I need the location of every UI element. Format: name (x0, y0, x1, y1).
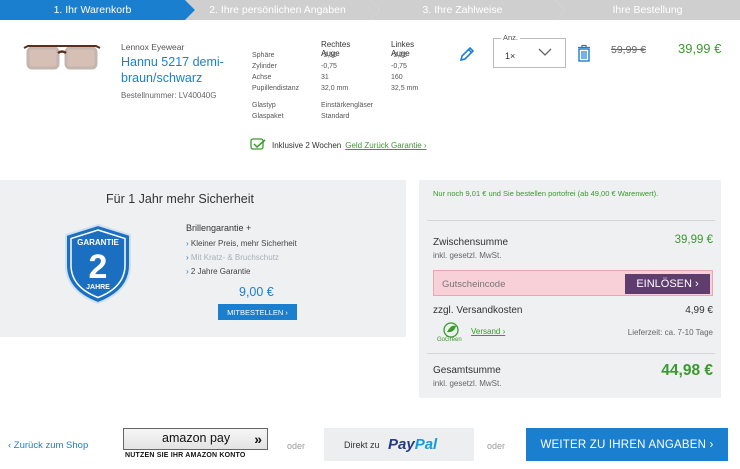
redeem-coupon-button[interactable]: EINLÖSEN › (625, 274, 710, 294)
divider (427, 353, 715, 354)
spec-label: Achse (252, 74, 272, 81)
add-warranty-button[interactable]: MITBESTELLEN › (218, 304, 297, 320)
step-personal-data[interactable]: 2. Ihre persönlichen Angaben (185, 0, 380, 20)
continue-button[interactable]: WEITER ZU IHREN ANGABEN › (526, 428, 728, 461)
chevron-down-icon[interactable] (538, 47, 552, 57)
coupon-form: EINLÖSEN › (433, 270, 713, 296)
old-price: 59,99 € (611, 44, 647, 56)
warranty-price: 9,00 € (239, 285, 274, 299)
paypal-button[interactable]: Direkt zu PayPal (324, 428, 474, 461)
warranty-feature: 2 Jahre Garantie (186, 265, 297, 279)
spec-value: Einstärkengläser (321, 102, 374, 109)
amazon-pay-arrows: » (254, 431, 262, 447)
step-label: 1. Ihr Warenkorb (53, 4, 132, 16)
warranty-features: Kleiner Preis, mehr Sicherheit Mit Kratz… (186, 237, 297, 279)
paypal-prefix: Direkt zu (344, 440, 380, 450)
back-to-shop-link[interactable]: ‹ Zurück zum Shop (8, 440, 88, 451)
spec-left: 160 (391, 74, 403, 81)
quantity-select[interactable] (493, 38, 566, 68)
warranty-name: Brillengarantie + (186, 223, 252, 233)
money-back-icon (250, 138, 266, 150)
amazon-pay-button[interactable]: amazon pay » (123, 428, 268, 450)
shipping-label: zzgl. Versandkosten (433, 305, 523, 316)
spec-right: -3,50 (321, 52, 337, 59)
step-order: Ihre Bestellung (555, 0, 740, 20)
shield-top-text: GARANTIE (77, 238, 119, 247)
paypal-logo-pal: Pal (414, 436, 438, 453)
warranty-feature: Kleiner Preis, mehr Sicherheit (186, 237, 297, 251)
warranty-title: Für 1 Jahr mehr Sicherheit (106, 192, 254, 206)
quantity-value: 1× (505, 51, 516, 61)
subtotal-label: Zwischensumme (433, 237, 509, 248)
delivery-time: Lieferzeit: ca. 7-10 Tage (627, 328, 713, 337)
or-separator: oder (287, 441, 306, 451)
spec-left: -0,75 (391, 63, 407, 70)
warranty-feature: Mit Kratz- & Bruchschutz (186, 251, 297, 265)
money-back-note: Inklusive 2 Wochen Geld Zurück Garantie … (250, 138, 427, 152)
step-label: 2. Ihre persönlichen Angaben (209, 4, 346, 16)
total-label: Gesamtsumme (433, 365, 501, 376)
product-name-link[interactable]: Hannu 5217 demi-braun/schwarz (121, 54, 241, 86)
spec-right: 32,0 mm (321, 85, 349, 92)
spec-value: Standard (321, 113, 350, 120)
gogreen-label: GoGreen (437, 337, 462, 343)
subtotal-value: 39,99 € (674, 234, 713, 246)
quantity-label: Anz. (501, 33, 521, 42)
warranty-upsell-box: Für 1 Jahr mehr Sicherheit GARANTIE 2 JA… (0, 180, 406, 337)
shipping-info-link[interactable]: Versand › (471, 327, 505, 336)
paypal-logo-pay: Pay (388, 436, 415, 453)
spec-label: Glastyp (252, 102, 276, 109)
paypal-logo: PayPal (388, 436, 437, 453)
spec-label: Zylinder (252, 63, 277, 70)
or-separator: oder (487, 441, 506, 451)
product-brand: Lennox Eyewear (121, 42, 185, 52)
spec-label: Glaspaket (252, 113, 284, 120)
total-tax-note: inkl. gesetzl. MwSt. (433, 379, 502, 388)
step-cart[interactable]: 1. Ihr Warenkorb (0, 0, 195, 20)
spec-label: Pupillendistanz (252, 85, 300, 92)
current-price: 39,99 € (678, 41, 722, 56)
money-back-text: Inklusive 2 Wochen (272, 140, 342, 150)
amazon-pay-label: amazon pay (162, 431, 231, 445)
warranty-shield-icon: GARANTIE 2 JAHRE (65, 223, 131, 305)
spec-right: 31 (321, 74, 329, 81)
subtotal-tax-note: inkl. gesetzl. MwSt. (433, 251, 502, 260)
spec-left: 32,5 mm (391, 85, 419, 92)
trash-icon[interactable] (577, 44, 591, 62)
coupon-input[interactable] (442, 277, 614, 291)
checkout-stepper: 1. Ihr Warenkorb 2. Ihre persönlichen An… (0, 0, 740, 20)
money-back-link[interactable]: Geld Zurück Garantie › (345, 141, 426, 150)
amazon-pay-subtitle: NUTZEN SIE IHR AMAZON KONTO (125, 452, 246, 459)
total-value: 44,98 € (661, 362, 713, 379)
shield-number: 2 (89, 248, 108, 286)
divider (427, 220, 715, 221)
step-payment[interactable]: 3. Ihre Zahlweise (370, 0, 565, 20)
product-order-number: Bestellnummer: LV40040G (121, 91, 217, 100)
shipping-value: 4,99 € (685, 305, 713, 316)
step-label: 3. Ihre Zahlweise (422, 4, 503, 16)
order-summary: Nur noch 9,01 € und Sie bestellen portof… (419, 180, 721, 398)
edit-pencil-icon[interactable] (458, 45, 476, 63)
step-label: Ihre Bestellung (612, 4, 683, 16)
free-shipping-hint: Nur noch 9,01 € und Sie bestellen portof… (433, 189, 659, 198)
spec-right: -0,75 (321, 63, 337, 70)
shield-bottom-text: JAHRE (86, 284, 110, 291)
spec-label: Sphäre (252, 52, 275, 59)
spec-left: -3,25 (391, 52, 407, 59)
glasses-image[interactable] (22, 40, 102, 74)
